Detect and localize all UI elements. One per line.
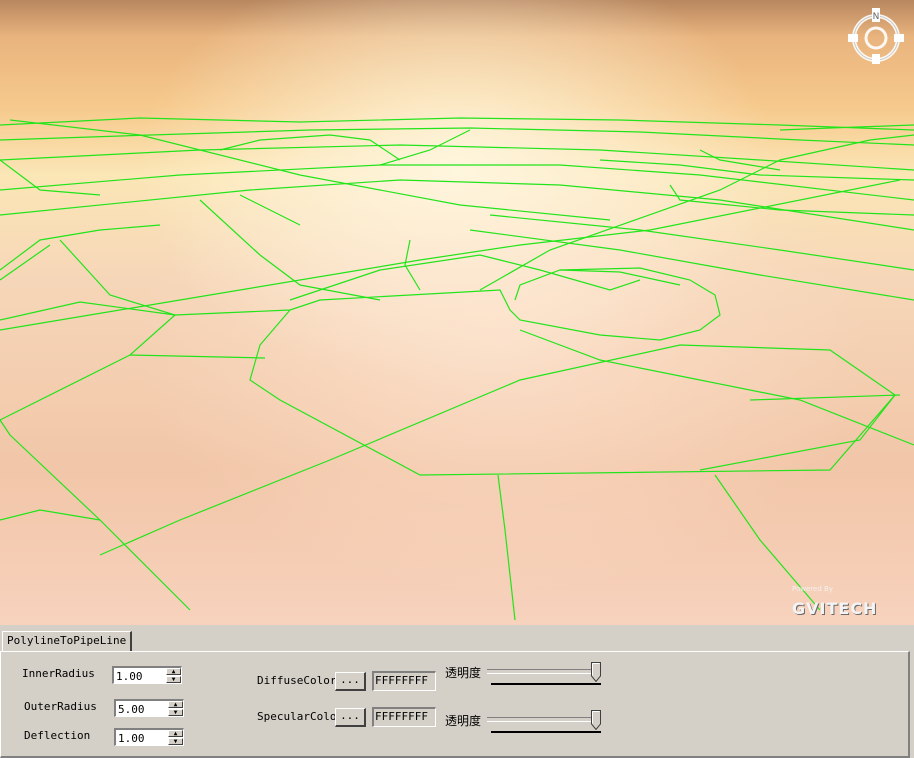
specular-color-label: SpecularColor: [257, 710, 344, 723]
spin-down-icon[interactable]: ▼: [168, 738, 183, 745]
3d-viewport[interactable]: N Powered By GVITECH: [0, 0, 914, 625]
outer-radius-label: OuterRadius: [24, 700, 97, 713]
outer-radius-value[interactable]: 5.00: [118, 703, 145, 716]
spin-down-icon[interactable]: ▼: [166, 676, 181, 683]
outer-radius-stepper[interactable]: 5.00 ▲ ▼: [114, 699, 184, 717]
inner-radius-label: InnerRadius: [22, 667, 95, 680]
compass-label: N: [873, 12, 880, 22]
specular-color-picker-button[interactable]: ...: [335, 708, 366, 727]
brand-logo: Powered By GVITECH: [790, 585, 900, 621]
deflection-stepper[interactable]: 1.00 ▲ ▼: [114, 728, 184, 746]
slider-baseline: [491, 731, 601, 733]
spin-down-icon[interactable]: ▼: [168, 709, 183, 716]
slider-thumb[interactable]: [591, 662, 601, 682]
specular-transparency-label: 透明度: [445, 714, 482, 728]
diffuse-transparency-slider[interactable]: [487, 662, 609, 689]
inner-radius-stepper[interactable]: 1.00 ▲ ▼: [112, 666, 182, 684]
diffuse-color-picker-button[interactable]: ...: [335, 672, 366, 691]
inner-radius-value[interactable]: 1.00: [116, 670, 143, 683]
slider-track: [487, 717, 601, 722]
specular-transparency-slider[interactable]: [487, 710, 609, 737]
properties-panel: PolylineToPipeLine InnerRadius 1.00 ▲ ▼ O…: [0, 625, 914, 758]
scene-render: [0, 0, 914, 625]
slider-baseline: [491, 683, 601, 685]
diffuse-color-label: DiffuseColor: [257, 674, 337, 687]
spin-up-icon[interactable]: ▲: [168, 730, 183, 737]
spin-up-icon[interactable]: ▲: [166, 668, 181, 675]
diffuse-transparency-label: 透明度: [445, 666, 482, 680]
diffuse-color-value[interactable]: FFFFFFFF: [372, 671, 436, 691]
slider-thumb[interactable]: [591, 710, 601, 730]
spin-up-icon[interactable]: ▲: [168, 701, 183, 708]
powered-by-text: Powered By: [792, 585, 833, 593]
deflection-label: Deflection: [24, 729, 91, 742]
tab-polyline-to-pipeline[interactable]: PolylineToPipeLine: [2, 631, 133, 651]
specular-color-value[interactable]: FFFFFFFF: [372, 707, 436, 727]
slider-track: [487, 669, 601, 674]
deflection-value[interactable]: 1.00: [118, 732, 145, 745]
brand-name: GVITECH: [792, 599, 878, 618]
compass-icon[interactable]: N: [846, 6, 906, 66]
